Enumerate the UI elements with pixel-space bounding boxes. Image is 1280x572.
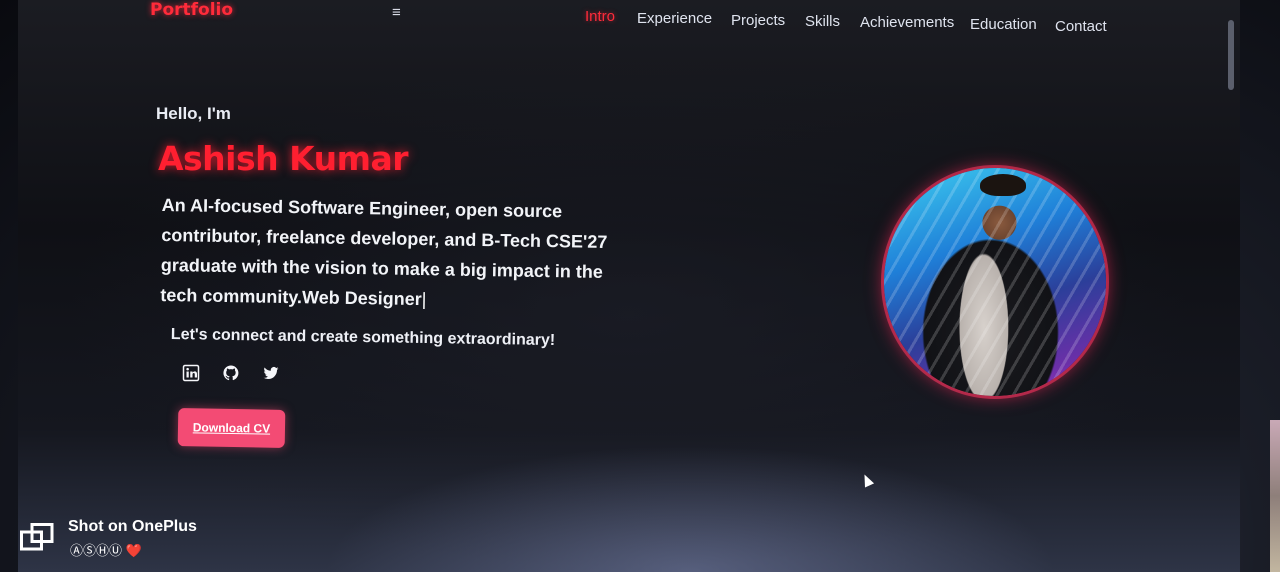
oneplus-watermark-icon: [20, 523, 54, 551]
top-navigation: Portfolio ≡ Intro Experience Projects Sk…: [18, 0, 1240, 46]
profile-photo: [884, 168, 1106, 396]
nav-link-contact[interactable]: Contact: [1055, 18, 1107, 35]
laptop-screen: Portfolio ≡ Intro Experience Projects Sk…: [18, 0, 1240, 572]
nav-link-skills[interactable]: Skills: [805, 13, 840, 30]
mouse-pointer-icon: [859, 472, 875, 488]
nav-link-intro[interactable]: Intro: [585, 8, 615, 25]
hero-name: Ashish Kumar: [158, 139, 409, 178]
nav-link-projects[interactable]: Projects: [731, 12, 785, 29]
github-icon[interactable]: [222, 364, 242, 384]
desk-background-edge: [1270, 420, 1280, 572]
hamburger-menu-icon[interactable]: ≡: [392, 4, 401, 21]
nav-link-education[interactable]: Education: [970, 16, 1037, 33]
nav-link-achievements[interactable]: Achievements: [860, 14, 954, 31]
twitter-icon[interactable]: [262, 364, 282, 384]
linkedin-icon[interactable]: [182, 364, 202, 384]
download-cv-button[interactable]: Download CV: [177, 408, 286, 448]
watermark-subtitle: ⒶⓈⒽⓊ ❤️: [70, 543, 142, 558]
social-links: [182, 364, 282, 384]
profile-photo-hair: [980, 174, 1026, 196]
hero-greeting: Hello, I'm: [156, 104, 231, 123]
hero-tagline: Let's connect and create something extra…: [170, 326, 556, 350]
nav-link-experience[interactable]: Experience: [637, 10, 712, 27]
typed-role-text: Web Designer: [301, 287, 422, 310]
hero-bio: An AI-focused Software Engineer, open so…: [160, 190, 632, 317]
portfolio-logo[interactable]: Portfolio: [150, 0, 233, 20]
scrollbar-thumb[interactable]: [1228, 20, 1234, 90]
typing-cursor: |: [421, 289, 427, 310]
watermark-title: Shot on OnePlus: [68, 518, 197, 535]
